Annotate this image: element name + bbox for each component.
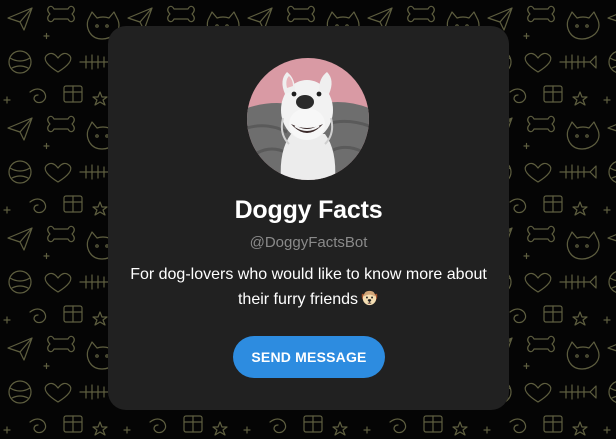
bot-name: Doggy Facts (234, 196, 383, 224)
bot-info-card: Doggy Facts @DoggyFactsBot For dog-lover… (108, 26, 509, 410)
bot-description-text: For dog-lovers who would like to know mo… (130, 266, 487, 308)
send-message-button[interactable]: SEND MESSAGE (233, 336, 385, 378)
bot-username: @DoggyFactsBot (249, 234, 368, 251)
dog-face-emoji (360, 288, 379, 307)
bot-description: For dog-lovers who would like to know mo… (120, 262, 497, 312)
bot-avatar[interactable] (247, 58, 369, 180)
